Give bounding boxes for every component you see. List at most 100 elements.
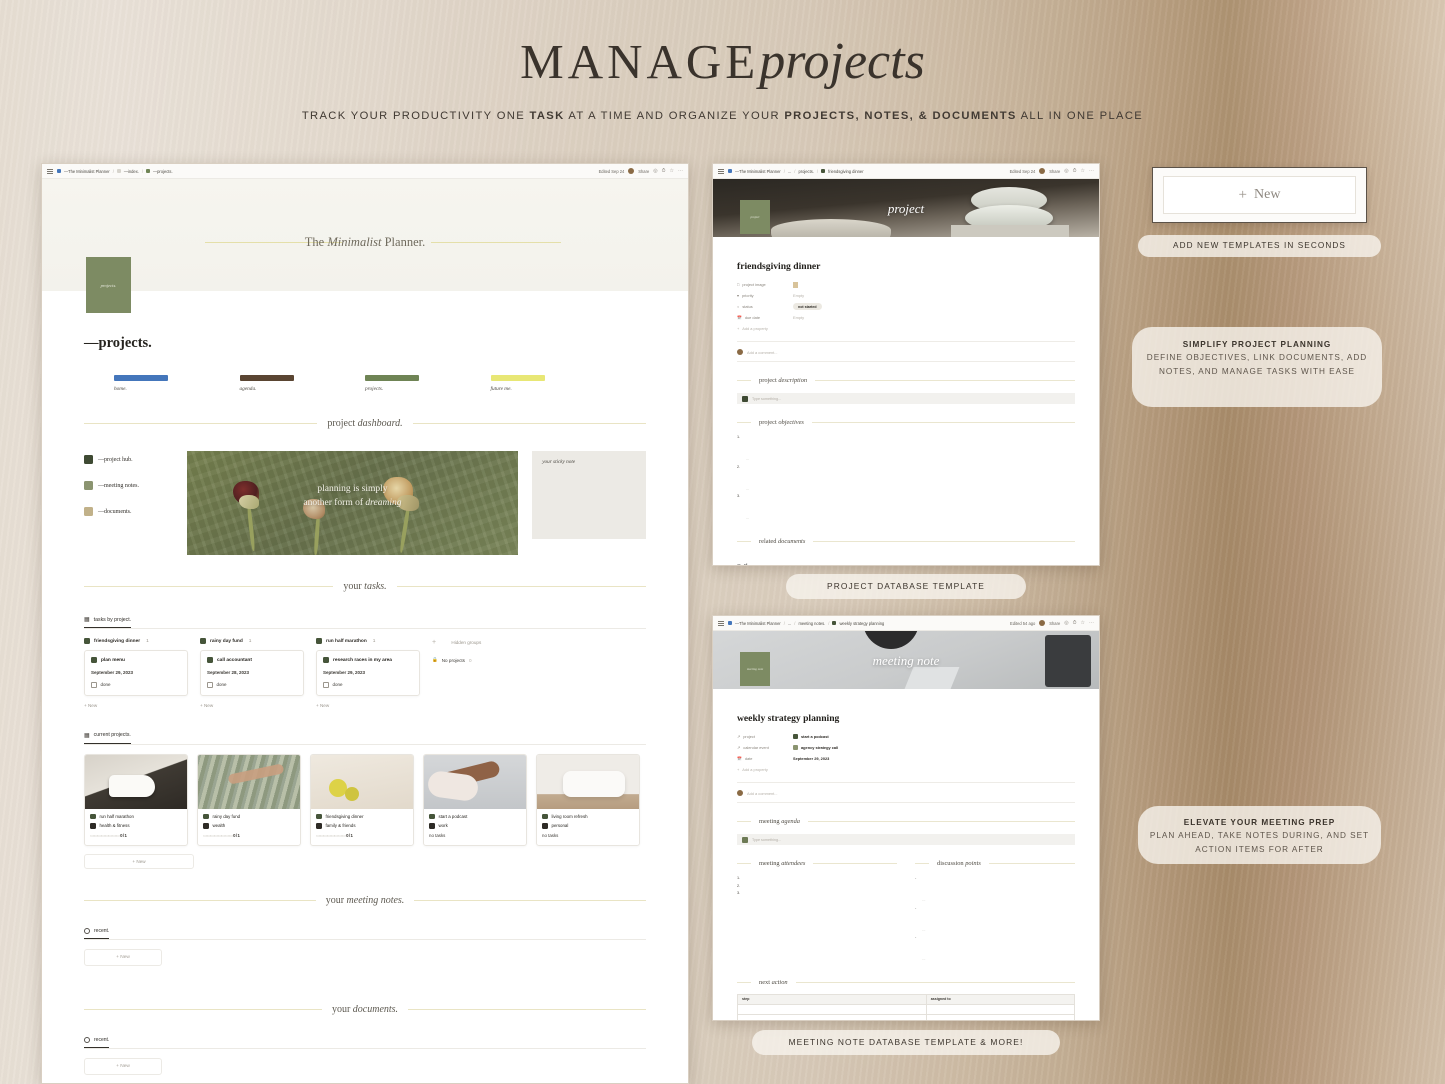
breadcrumb-item-projects[interactable]: projects.: [798, 169, 813, 174]
comment-icon[interactable]: ◎: [1064, 168, 1068, 174]
dashboard-link-project-hub[interactable]: —project hub.: [84, 455, 187, 464]
new-template-card[interactable]: + New: [1152, 167, 1367, 223]
sidebar-toggle-icon[interactable]: [718, 168, 724, 174]
discussion-item[interactable]: -...: [915, 875, 1075, 905]
nav-item-agenda[interactable]: agenda.: [239, 375, 366, 392]
new-button[interactable]: + New: [1163, 176, 1356, 214]
new-task-button[interactable]: + New: [200, 703, 304, 708]
project-card[interactable]: run half marathon health & fitness ▭▭▭▭▭…: [84, 753, 188, 846]
new-document-button[interactable]: + New: [84, 1057, 162, 1075]
objective-item[interactable]: 3....: [737, 493, 1075, 523]
task-card[interactable]: research races in my area September 29, …: [316, 650, 420, 696]
nav-label-home[interactable]: home.: [114, 386, 240, 392]
task-done-checkbox[interactable]: done: [207, 682, 297, 688]
tab-tasks-by-project[interactable]: ▦ tasks by project.: [84, 616, 132, 628]
comment-icon[interactable]: ◎: [653, 168, 657, 174]
next-action-table[interactable]: step assigned to: [737, 993, 1076, 1020]
comment-icon[interactable]: ◎: [1064, 620, 1068, 626]
clock-icon[interactable]: ⏱: [1073, 168, 1077, 174]
nav-item-future-me[interactable]: future me.: [490, 375, 617, 392]
add-comment-row[interactable]: Add a comment...: [737, 782, 1075, 803]
breadcrumb-item-planner[interactable]: —The Minimalist Planner: [735, 169, 781, 174]
project-card[interactable]: start a podcast work no tasks: [423, 753, 527, 846]
share-button[interactable]: Share: [1049, 621, 1060, 626]
comment-placeholder[interactable]: Add a comment...: [747, 350, 778, 355]
objective-item[interactable]: 2....: [737, 464, 1075, 494]
new-project-button[interactable]: + New: [84, 853, 194, 869]
breadcrumb-item-current[interactable]: weekly strategy planning: [839, 621, 884, 626]
sidebar-toggle-icon[interactable]: [47, 168, 53, 174]
agenda-input[interactable]: Type something...: [737, 834, 1075, 845]
dashboard-link-documents[interactable]: —documents.: [84, 507, 187, 516]
breadcrumb[interactable]: —The Minimalist Planner / —index. / —pro…: [57, 169, 173, 174]
clock-icon[interactable]: ⏱: [662, 168, 666, 174]
sidebar-toggle-icon[interactable]: [718, 620, 724, 626]
discussion-item[interactable]: -...: [915, 934, 1075, 964]
attendee-item[interactable]: 3.: [737, 890, 897, 898]
tab-recent-docs[interactable]: recent.: [84, 1036, 110, 1048]
breadcrumb-item-current[interactable]: friendsgiving dinner: [828, 169, 864, 174]
more-options-icon[interactable]: ⋯: [678, 168, 683, 174]
tab-current-projects[interactable]: ▦ current projects.: [84, 732, 131, 744]
attendee-item[interactable]: 1.: [737, 875, 897, 883]
breadcrumb[interactable]: —The Minimalist Planner / ... / meeting …: [728, 621, 884, 626]
share-button[interactable]: Share: [1049, 169, 1060, 174]
star-icon[interactable]: ☆: [1081, 620, 1085, 626]
breadcrumb-item-planner[interactable]: —The Minimalist Planner: [735, 621, 781, 626]
property-project-image[interactable]: □ project image: [737, 279, 1075, 290]
sticky-note-text[interactable]: your sticky note: [542, 459, 575, 465]
tab-recent-notes[interactable]: recent.: [84, 927, 110, 939]
star-icon[interactable]: ☆: [1081, 168, 1085, 174]
nav-label-projects[interactable]: projects.: [365, 386, 491, 392]
objective-item[interactable]: 1....: [737, 434, 1075, 464]
property-project[interactable]: ↗ project start a podcast: [737, 731, 1075, 742]
property-status[interactable]: ○ status not started: [737, 301, 1075, 312]
clock-icon[interactable]: ⏱: [1073, 620, 1077, 626]
sticky-note[interactable]: your sticky note: [532, 451, 646, 539]
new-task-button[interactable]: + New: [316, 703, 420, 708]
task-card[interactable]: plan menu September 29, 2023 done: [84, 650, 188, 696]
attendee-item[interactable]: 2.: [737, 883, 897, 891]
new-task-button[interactable]: + New: [84, 703, 188, 708]
project-card[interactable]: living room refresh personal no tasks: [536, 753, 640, 846]
breadcrumb-item-notes[interactable]: meeting notes.: [798, 621, 825, 626]
task-card[interactable]: call accountant September 28, 2023 done: [200, 650, 304, 696]
more-options-icon[interactable]: ⋯: [1089, 620, 1094, 626]
table-row[interactable]: [737, 1013, 1076, 1020]
property-calendar-event[interactable]: ↗ calendar event agency strategy call: [737, 742, 1075, 753]
breadcrumb[interactable]: —The Minimalist Planner / ... / projects…: [728, 169, 864, 174]
dashboard-link-meeting-notes[interactable]: —meeting notes.: [84, 481, 187, 490]
discussion-item[interactable]: -...: [915, 905, 1075, 935]
avatar[interactable]: [628, 168, 635, 174]
breadcrumb-ellipsis[interactable]: ...: [788, 621, 791, 626]
more-options-icon[interactable]: ⋯: [1089, 168, 1094, 174]
description-input[interactable]: Type something...: [737, 393, 1075, 404]
share-button[interactable]: Share: [638, 169, 649, 174]
add-property-button[interactable]: + Add a property: [737, 323, 1075, 334]
property-priority[interactable]: ▾ priority Empty: [737, 290, 1075, 301]
new-button-label[interactable]: New: [1254, 187, 1280, 203]
nav-label-agenda[interactable]: agenda.: [240, 386, 366, 392]
property-date[interactable]: 📅 date September 29, 2023: [737, 753, 1075, 764]
table-row[interactable]: [737, 1003, 1076, 1015]
breadcrumb-item-index[interactable]: —index.: [124, 169, 139, 174]
status-badge[interactable]: not started: [793, 303, 822, 310]
new-note-button[interactable]: + New: [84, 948, 162, 966]
task-done-checkbox[interactable]: done: [323, 682, 413, 688]
add-group-icon[interactable]: +: [432, 639, 436, 646]
breadcrumb-ellipsis[interactable]: ...: [788, 169, 791, 174]
breadcrumb-item-planner[interactable]: —The Minimalist Planner: [64, 169, 110, 174]
star-icon[interactable]: ☆: [670, 168, 674, 174]
property-due-date[interactable]: 📅 due date Empty: [737, 312, 1075, 323]
project-card[interactable]: rainy day fund wealth ▭▭▭▭▭▭▭▭ 0 / 1: [197, 753, 301, 846]
project-card[interactable]: friendsgiving dinner family & friends ▭▭…: [310, 753, 414, 846]
nav-label-future-me[interactable]: future me.: [491, 386, 617, 392]
nav-item-projects[interactable]: projects.: [365, 375, 491, 392]
tab-all-documents[interactable]: ▦ all.: [737, 563, 748, 565]
breadcrumb-item-projects[interactable]: —projects.: [153, 169, 173, 174]
add-property-button[interactable]: + Add a property: [737, 764, 1075, 775]
add-comment-row[interactable]: Add a comment...: [737, 341, 1075, 362]
task-done-checkbox[interactable]: done: [91, 682, 181, 688]
nav-item-home[interactable]: home.: [114, 375, 240, 392]
comment-placeholder[interactable]: Add a comment...: [747, 791, 778, 796]
